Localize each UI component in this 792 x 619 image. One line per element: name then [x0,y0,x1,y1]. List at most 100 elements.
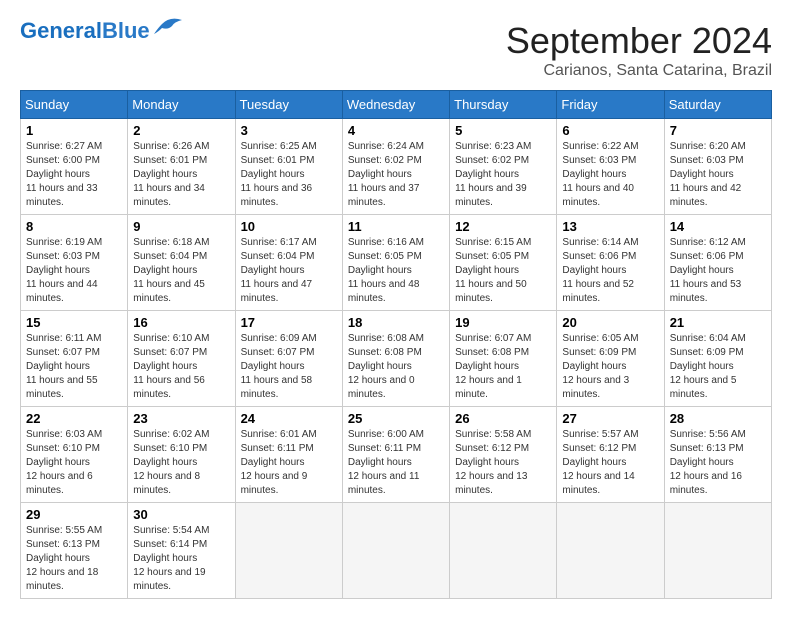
day-info: Sunrise: 6:09 AMSunset: 6:07 PMDaylight … [241,332,337,402]
day-info: Sunrise: 6:12 AMSunset: 6:06 PMDaylight … [670,236,766,306]
day-info: Sunrise: 6:02 AMSunset: 6:10 PMDaylight … [133,428,229,498]
day-number: 3 [241,123,337,138]
calendar-day-cell: 2 Sunrise: 6:26 AMSunset: 6:01 PMDaylight… [128,119,235,215]
calendar-day-cell: 9 Sunrise: 6:18 AMSunset: 6:04 PMDaylight… [128,215,235,311]
day-number: 16 [133,315,229,330]
day-number: 23 [133,411,229,426]
calendar-day-cell: 15 Sunrise: 6:11 AMSunset: 6:07 PMDayligh… [21,311,128,407]
calendar-week-row: 29 Sunrise: 5:55 AMSunset: 6:13 PMDayligh… [21,503,772,599]
calendar-day-cell: 29 Sunrise: 5:55 AMSunset: 6:13 PMDayligh… [21,503,128,599]
day-number: 29 [26,507,122,522]
calendar-header-row: SundayMondayTuesdayWednesdayThursdayFrid… [21,91,772,119]
day-info: Sunrise: 6:18 AMSunset: 6:04 PMDaylight … [133,236,229,306]
day-number: 21 [670,315,766,330]
day-number: 30 [133,507,229,522]
day-number: 14 [670,219,766,234]
day-number: 27 [562,411,658,426]
day-number: 13 [562,219,658,234]
day-number: 22 [26,411,122,426]
day-number: 28 [670,411,766,426]
calendar-day-cell: 26 Sunrise: 5:58 AMSunset: 6:12 PMDayligh… [450,407,557,503]
calendar-day-cell: 7 Sunrise: 6:20 AMSunset: 6:03 PMDaylight… [664,119,771,215]
day-info: Sunrise: 5:54 AMSunset: 6:14 PMDaylight … [133,524,229,594]
day-number: 18 [348,315,444,330]
calendar-day-cell: 24Sunrise: 6:01 AMSunset: 6:11 PMDayligh… [235,407,342,503]
day-info: Sunrise: 6:03 AMSunset: 6:10 PMDaylight … [26,428,122,498]
day-info: Sunrise: 5:56 AMSunset: 6:13 PMDaylight … [670,428,766,498]
day-info: Sunrise: 5:58 AMSunset: 6:12 PMDaylight … [455,428,551,498]
day-info: Sunrise: 6:07 AMSunset: 6:08 PMDaylight … [455,332,551,402]
day-number: 12 [455,219,551,234]
calendar-day-cell: 5 Sunrise: 6:23 AMSunset: 6:02 PMDaylight… [450,119,557,215]
weekday-header: Friday [557,91,664,119]
day-info: Sunrise: 6:16 AMSunset: 6:05 PMDaylight … [348,236,444,306]
day-number: 10 [241,219,337,234]
calendar-day-cell: 14 Sunrise: 6:12 AMSunset: 6:06 PMDayligh… [664,215,771,311]
day-number: 11 [348,219,444,234]
calendar-day-cell: 16Sunrise: 6:10 AMSunset: 6:07 PMDayligh… [128,311,235,407]
calendar-day-cell [664,503,771,599]
calendar-week-row: 15 Sunrise: 6:11 AMSunset: 6:07 PMDayligh… [21,311,772,407]
day-number: 20 [562,315,658,330]
calendar-week-row: 22 Sunrise: 6:03 AMSunset: 6:10 PMDayligh… [21,407,772,503]
day-number: 17 [241,315,337,330]
calendar-day-cell: 6 Sunrise: 6:22 AMSunset: 6:03 PMDaylight… [557,119,664,215]
calendar-day-cell: 8 Sunrise: 6:19 AMSunset: 6:03 PMDaylight… [21,215,128,311]
location: Carianos, Santa Catarina, Brazil [506,62,772,80]
day-info: Sunrise: 6:27 AMSunset: 6:00 PMDaylight … [26,140,122,210]
calendar-day-cell: 3 Sunrise: 6:25 AMSunset: 6:01 PMDaylight… [235,119,342,215]
day-info: Sunrise: 6:19 AMSunset: 6:03 PMDaylight … [26,236,122,306]
weekday-header: Saturday [664,91,771,119]
day-info: Sunrise: 6:11 AMSunset: 6:07 PMDaylight … [26,332,122,402]
day-number: 26 [455,411,551,426]
day-info: Sunrise: 6:14 AMSunset: 6:06 PMDaylight … [562,236,658,306]
calendar-day-cell [235,503,342,599]
day-number: 15 [26,315,122,330]
day-number: 7 [670,123,766,138]
day-number: 19 [455,315,551,330]
calendar-day-cell: 23 Sunrise: 6:02 AMSunset: 6:10 PMDayligh… [128,407,235,503]
day-info: Sunrise: 6:24 AMSunset: 6:02 PMDaylight … [348,140,444,210]
day-number: 1 [26,123,122,138]
day-info: Sunrise: 6:20 AMSunset: 6:03 PMDaylight … [670,140,766,210]
day-number: 25 [348,411,444,426]
day-info: Sunrise: 6:26 AMSunset: 6:01 PMDaylight … [133,140,229,210]
weekday-header: Monday [128,91,235,119]
calendar-day-cell: 10Sunrise: 6:17 AMSunset: 6:04 PMDayligh… [235,215,342,311]
calendar-day-cell: 30 Sunrise: 5:54 AMSunset: 6:14 PMDayligh… [128,503,235,599]
day-info: Sunrise: 6:25 AMSunset: 6:01 PMDaylight … [241,140,337,210]
day-number: 8 [26,219,122,234]
day-info: Sunrise: 6:05 AMSunset: 6:09 PMDaylight … [562,332,658,402]
calendar-day-cell [342,503,449,599]
calendar-day-cell: 1 Sunrise: 6:27 AMSunset: 6:00 PMDaylight… [21,119,128,215]
day-info: Sunrise: 6:08 AMSunset: 6:08 PMDaylight … [348,332,444,402]
calendar-day-cell: 12 Sunrise: 6:15 AMSunset: 6:05 PMDayligh… [450,215,557,311]
weekday-header: Tuesday [235,91,342,119]
calendar-day-cell: 11 Sunrise: 6:16 AMSunset: 6:05 PMDayligh… [342,215,449,311]
calendar-day-cell: 13 Sunrise: 6:14 AMSunset: 6:06 PMDayligh… [557,215,664,311]
logo-bird-icon [152,16,184,38]
day-info: Sunrise: 5:55 AMSunset: 6:13 PMDaylight … [26,524,122,594]
day-info: Sunrise: 6:23 AMSunset: 6:02 PMDaylight … [455,140,551,210]
weekday-header: Thursday [450,91,557,119]
day-number: 9 [133,219,229,234]
calendar-day-cell: 27Sunrise: 5:57 AMSunset: 6:12 PMDayligh… [557,407,664,503]
calendar-day-cell: 19 Sunrise: 6:07 AMSunset: 6:08 PMDayligh… [450,311,557,407]
calendar-day-cell: 20 Sunrise: 6:05 AMSunset: 6:09 PMDayligh… [557,311,664,407]
logo-text: GeneralBlue [20,20,150,42]
day-number: 6 [562,123,658,138]
calendar-day-cell [557,503,664,599]
day-info: Sunrise: 6:22 AMSunset: 6:03 PMDaylight … [562,140,658,210]
day-number: 5 [455,123,551,138]
weekday-header: Wednesday [342,91,449,119]
calendar-day-cell: 21 Sunrise: 6:04 AMSunset: 6:09 PMDayligh… [664,311,771,407]
day-number: 4 [348,123,444,138]
day-info: Sunrise: 6:15 AMSunset: 6:05 PMDaylight … [455,236,551,306]
day-number: 24 [241,411,337,426]
day-info: Sunrise: 6:04 AMSunset: 6:09 PMDaylight … [670,332,766,402]
day-number: 2 [133,123,229,138]
title-block: September 2024 Carianos, Santa Catarina,… [506,20,772,80]
calendar-day-cell: 25Sunrise: 6:00 AMSunset: 6:11 PMDayligh… [342,407,449,503]
calendar-week-row: 8 Sunrise: 6:19 AMSunset: 6:03 PMDaylight… [21,215,772,311]
calendar-day-cell: 22 Sunrise: 6:03 AMSunset: 6:10 PMDayligh… [21,407,128,503]
